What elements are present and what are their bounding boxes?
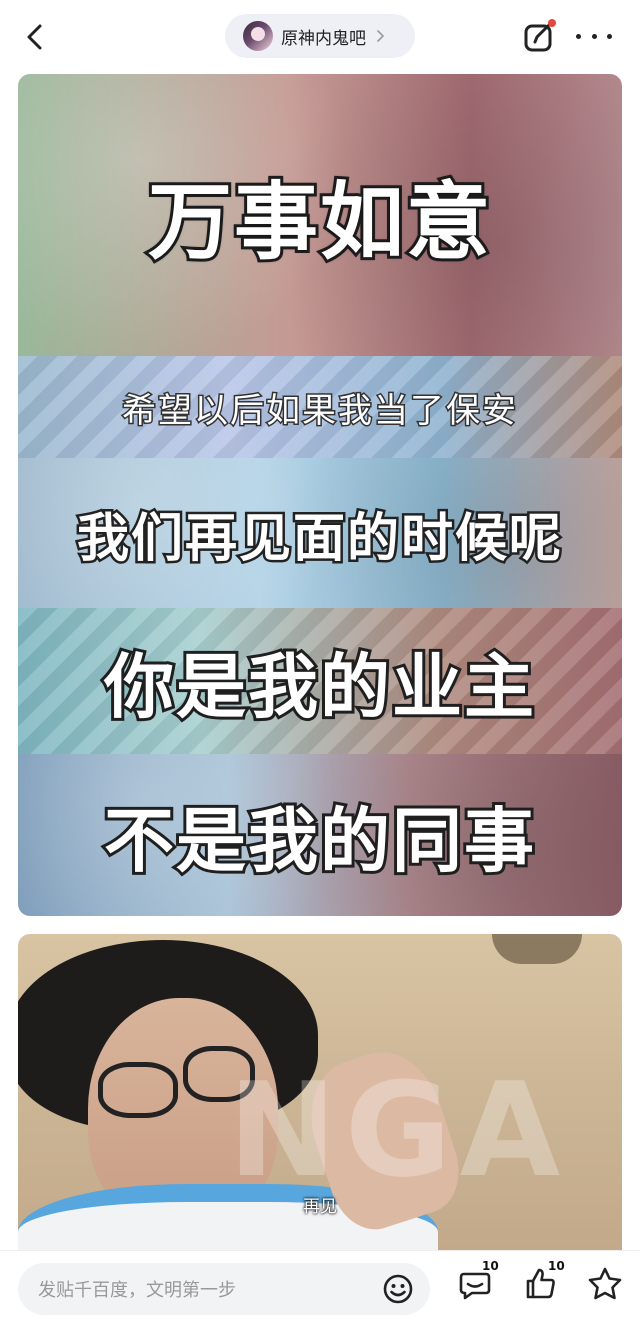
chevron-right-icon bbox=[377, 30, 384, 42]
glasses-lens-left bbox=[98, 1062, 178, 1118]
like-count: 10 bbox=[548, 1259, 565, 1273]
meme-panel-2: 希望以后如果我当了保安 bbox=[18, 356, 622, 458]
meme-caption-3: 我们再见面的时候呢 bbox=[74, 506, 563, 571]
meme-caption-5: 不是我的同事 bbox=[101, 797, 537, 885]
post-content[interactable]: 万事如意 希望以后如果我当了保安 我们再见面的时候呢 你是我的业主 不是我的同事… bbox=[0, 74, 640, 1250]
reply-input[interactable]: 发贴千百度，文明第一步 bbox=[18, 1263, 430, 1315]
forum-entry-pill[interactable]: 原神内鬼吧 bbox=[225, 14, 415, 58]
favorite-button[interactable] bbox=[586, 1265, 624, 1303]
meme-panel-4: 你是我的业主 bbox=[18, 608, 622, 754]
forum-name: 原神内鬼吧 bbox=[281, 28, 366, 49]
edit-post-button[interactable] bbox=[520, 18, 558, 56]
meme-panel-1: 万事如意 bbox=[18, 74, 622, 356]
star-icon bbox=[588, 1267, 622, 1300]
emoji-icon[interactable] bbox=[382, 1273, 414, 1305]
dot-icon bbox=[576, 33, 581, 39]
watermark: NGA bbox=[228, 1054, 569, 1206]
top-navigation-bar: 原神内鬼吧 bbox=[0, 0, 640, 74]
meme-panel-3: 我们再见面的时候呢 bbox=[18, 458, 622, 608]
chevron-left-icon bbox=[27, 24, 42, 50]
ceiling-lamp bbox=[492, 934, 582, 964]
meme-image-2[interactable]: NGA 再见 bbox=[18, 934, 622, 1250]
comment-button[interactable]: 10 bbox=[456, 1259, 499, 1303]
bottom-action-bar: 发贴千百度，文明第一步 10 10 bbox=[0, 1250, 640, 1328]
dot-icon bbox=[591, 33, 597, 39]
comment-count: 10 bbox=[482, 1259, 499, 1273]
meme-panel-5: 不是我的同事 bbox=[18, 754, 622, 916]
forum-avatar bbox=[243, 21, 273, 51]
more-options-button[interactable] bbox=[576, 24, 612, 48]
reply-placeholder: 发贴千百度，文明第一步 bbox=[38, 1280, 236, 1301]
like-button[interactable]: 10 bbox=[522, 1259, 565, 1303]
meme-caption-1: 万事如意 bbox=[145, 170, 493, 274]
meme-image-1[interactable]: 万事如意 希望以后如果我当了保安 我们再见面的时候呢 你是我的业主 不是我的同事 bbox=[18, 74, 622, 916]
edit-icon bbox=[524, 19, 556, 52]
back-button[interactable] bbox=[18, 20, 52, 54]
meme-caption-2: 希望以后如果我当了保安 bbox=[121, 389, 518, 432]
dot-icon bbox=[607, 33, 612, 39]
meme-caption-4: 你是我的业主 bbox=[101, 643, 537, 731]
meme-subtitle: 再见 bbox=[303, 1197, 337, 1217]
notification-dot bbox=[548, 19, 556, 27]
